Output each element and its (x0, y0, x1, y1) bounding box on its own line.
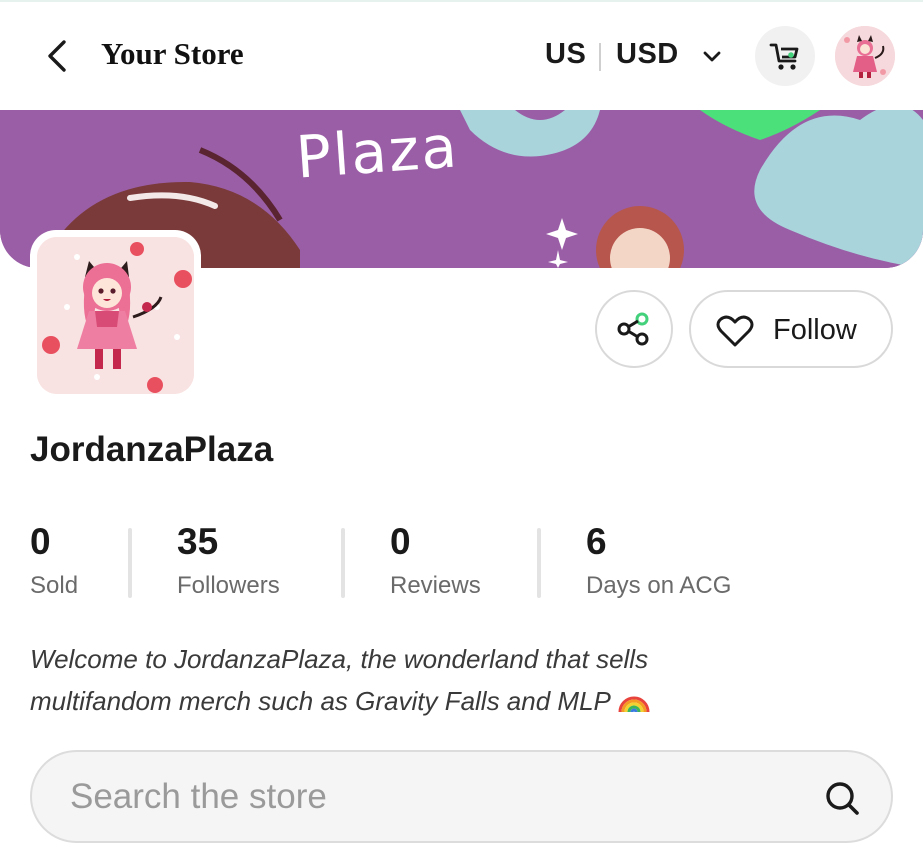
cart-icon (769, 43, 799, 70)
chevron-left-icon (48, 40, 66, 72)
stat-label: Reviews (390, 572, 481, 599)
stat-value: 0 (390, 521, 411, 562)
follow-button[interactable]: Follow (689, 290, 893, 368)
stat-sold: 0 Sold (30, 520, 78, 600)
store-avatar-frame (30, 230, 201, 401)
stat-divider (341, 528, 345, 598)
store-page: Your Store US USD Plaza Follow JordanzaP… (0, 0, 923, 858)
page-title: Your Store (101, 36, 244, 71)
share-button[interactable] (595, 290, 673, 368)
store-search (30, 750, 893, 843)
store-description: Welcome to JordanzaPlaza, the wonderland… (30, 638, 790, 722)
search-input[interactable] (70, 774, 810, 820)
currency-selector[interactable]: USD (616, 38, 679, 71)
divider (599, 43, 601, 71)
share-icon (617, 312, 649, 346)
stat-divider (128, 528, 132, 598)
follow-label: Follow (773, 314, 857, 346)
heart-icon (716, 315, 754, 347)
stat-value: 0 (30, 521, 51, 562)
stat-reviews[interactable]: 0 Reviews (390, 520, 481, 600)
stat-divider (537, 528, 541, 598)
store-avatar-image (37, 237, 194, 394)
top-bar: Your Store US USD (0, 2, 923, 110)
store-name: JordanzaPlaza (30, 430, 274, 469)
stat-days-on-acg: 6 Days on ACG (586, 520, 731, 600)
rainbow-icon (618, 696, 650, 712)
stat-value: 6 (586, 521, 607, 562)
stat-label: Sold (30, 572, 79, 599)
cart-button[interactable] (755, 26, 815, 86)
chevron-down-icon[interactable] (700, 45, 724, 69)
avatar-image (835, 26, 895, 86)
stat-label: Days on ACG (586, 572, 732, 599)
search-icon[interactable] (822, 778, 862, 818)
region-selector[interactable]: US (545, 38, 586, 71)
stat-label: Followers (177, 572, 280, 599)
user-avatar[interactable] (835, 26, 895, 86)
description-text: Welcome to JordanzaPlaza, the wonderland… (30, 644, 649, 716)
back-button[interactable] (40, 36, 76, 76)
banner-text: Plaza (293, 112, 461, 192)
store-avatar[interactable] (37, 237, 194, 394)
stat-value: 35 (177, 521, 219, 562)
stat-followers[interactable]: 35 Followers (177, 520, 280, 600)
